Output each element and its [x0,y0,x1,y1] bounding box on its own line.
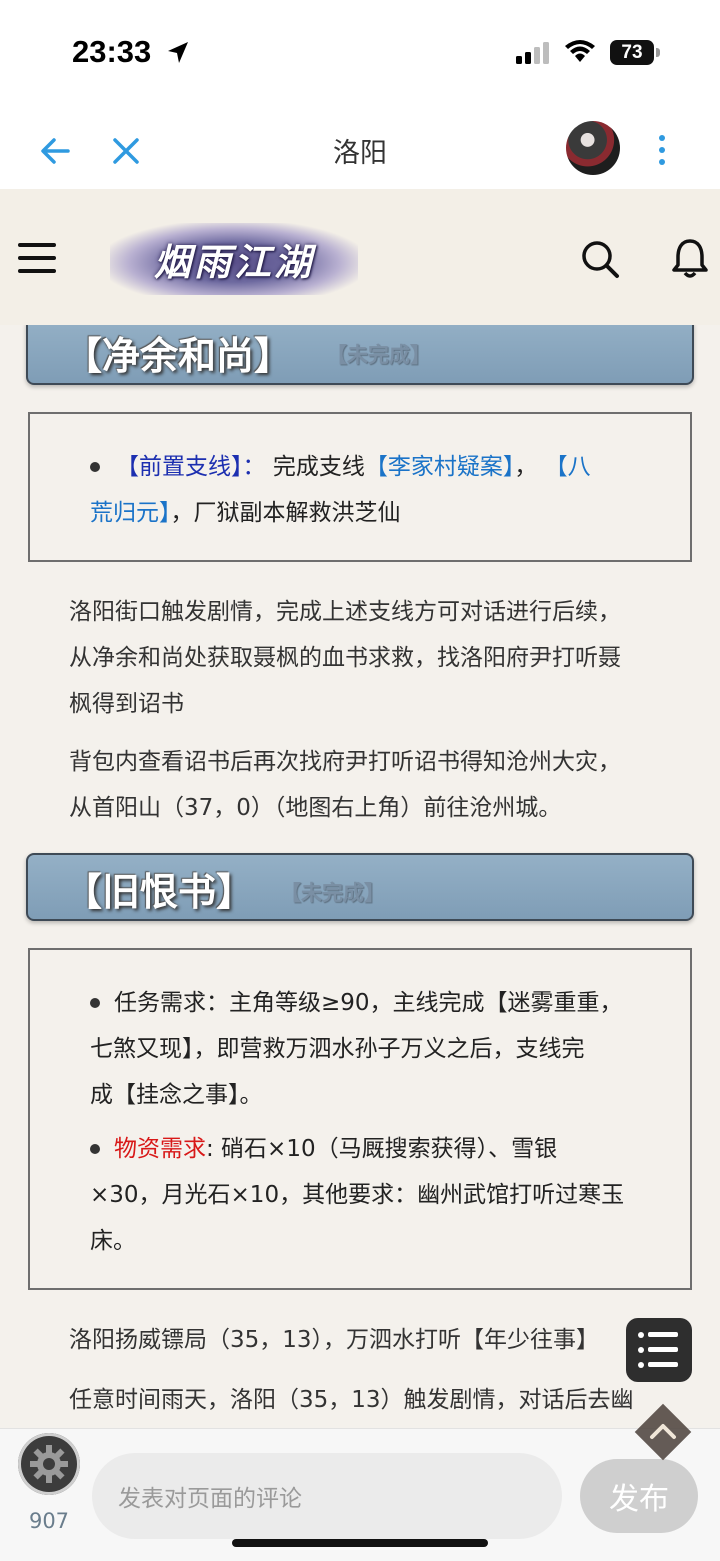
publish-button[interactable]: 发布 [580,1459,698,1533]
quest-link-lijiacun[interactable]: 【李家村疑案】 [365,454,515,480]
paragraph: 洛阳街口触发剧情，完成上述支线方可对话进行后续， 从净余和尚处获取聂枫的血书求救… [69,589,699,727]
materials-line2: ×30，月光石×10，其他要求：幽州武馆打听过寒玉 [90,1182,625,1208]
materials-label: 物资需求 [114,1136,206,1162]
bullet-dot [90,1144,100,1154]
wifi-icon [565,40,595,62]
quest-link-bahuang-part2[interactable]: 荒归元】 [90,500,171,526]
section-header-jingyu: 【净余和尚】 【未完成】 [26,325,694,385]
logo-text: 烟雨江湖 [154,240,314,284]
paragraph-line: 枫得到诏书 [69,691,184,717]
more-vertical-icon[interactable] [652,133,672,167]
prerequisite-text-2: ，厂狱副本解救洪芝仙 [170,500,401,526]
battery-cap [656,48,660,57]
paragraph-line: 洛阳扬威镖局（35，13），万泗水打听【年少往事】 [69,1327,600,1353]
prerequisite-line2: 荒归元】，厂狱副本解救洪芝仙 [90,490,670,536]
section-title: 【净余和尚】 [64,334,293,378]
quest-requirements-box: 【前置支线】： 完成支线【李家村疑案】， 【八 荒归元】，厂狱副本解救洪芝仙 [28,412,692,562]
prerequisite-line1: 【前置支线】： 完成支线【李家村疑案】， 【八 [116,444,676,490]
materials-line3: 床。 [90,1228,136,1254]
paragraph-line: 背包内查看诏书后再次找府尹打听诏书得知沧州大灾， [69,749,621,775]
requirement-line: 任务需求：主角等级≥90，主线完成【迷雾重重， [114,990,623,1016]
avatar[interactable] [566,121,620,175]
paragraph: 任意时间雨天，洛阳（35，13）触发剧情，对话后去幽 [69,1377,719,1423]
article-content: 【净余和尚】 【未完成】 【前置支线】： 完成支线【李家村疑案】， 【八 荒归元… [0,325,720,1428]
quest-requirements-box: 任务需求：主角等级≥90，主线完成【迷雾重重， 七煞又现】，即营救万泗水孙子万义… [28,948,692,1290]
section-header-jiuhenshu: 【旧恨书】 【未完成】 [26,853,694,921]
status-time: 23:33 [72,34,152,69]
bullet-dot [90,998,100,1008]
paragraph-line: 从首阳山（37，0）（地图右上角）前往沧州城。 [69,795,562,821]
site-header: 烟雨江湖 [0,189,720,325]
location-arrow-icon [168,42,188,63]
table-of-contents-button[interactable] [626,1318,692,1382]
requirement-line: 七煞又现】，即营救万泗水孙子万义之后，支线完 [90,1036,585,1062]
battery-indicator: 73 [610,40,654,65]
bell-icon[interactable] [670,237,710,279]
materials-line1: 物资需求: 硝石×10（马厩搜索获得）、雪银 [114,1126,674,1172]
quest-link-bahuang-part1[interactable]: 【八 [545,454,591,480]
prerequisite-text: 完成支线 [272,454,365,480]
paragraph-line: 任意时间雨天，洛阳（35，13）触发剧情，对话后去幽 [69,1387,634,1413]
status-bar: 23:33 73 [0,0,720,105]
section-status: 【未完成】 [326,343,431,367]
cellular-signal-icon [516,42,549,64]
separator: ， [514,454,538,480]
home-indicator [232,1539,488,1547]
comment-bar: 907 发表对页面的评论 发布 [0,1403,720,1561]
site-logo[interactable]: 烟雨江湖 [110,223,358,295]
hamburger-icon[interactable] [18,241,56,275]
materials-text: : 硝石×10（马厩搜索获得）、雪银 [206,1136,558,1162]
chevron-up-icon[interactable] [632,1401,694,1463]
paragraph-line: 洛阳街口触发剧情，完成上述支线方可对话进行后续， [69,599,621,625]
search-icon[interactable] [580,239,620,279]
requirement-line: 成【挂念之事】。 [90,1082,263,1108]
comment-input[interactable]: 发表对页面的评论 [92,1453,562,1539]
comment-count: 907 [28,1509,70,1533]
section-status: 【未完成】 [280,881,385,905]
paragraph-line: 从净余和尚处获取聂枫的血书求救，找洛阳府尹打听聂 [69,645,621,671]
bullet-dot [90,462,100,472]
gear-icon[interactable] [18,1433,80,1495]
prerequisite-label: 【前置支线】： [116,454,266,480]
paragraph: 洛阳扬威镖局（35，13），万泗水打听【年少往事】 [69,1317,719,1363]
section-title: 【旧恨书】 [64,870,255,914]
browser-header: 洛阳 [0,105,720,189]
paragraph: 背包内查看诏书后再次找府尹打听诏书得知沧州大灾， 从首阳山（37，0）（地图右上… [69,739,699,831]
list-icon [638,1332,678,1368]
